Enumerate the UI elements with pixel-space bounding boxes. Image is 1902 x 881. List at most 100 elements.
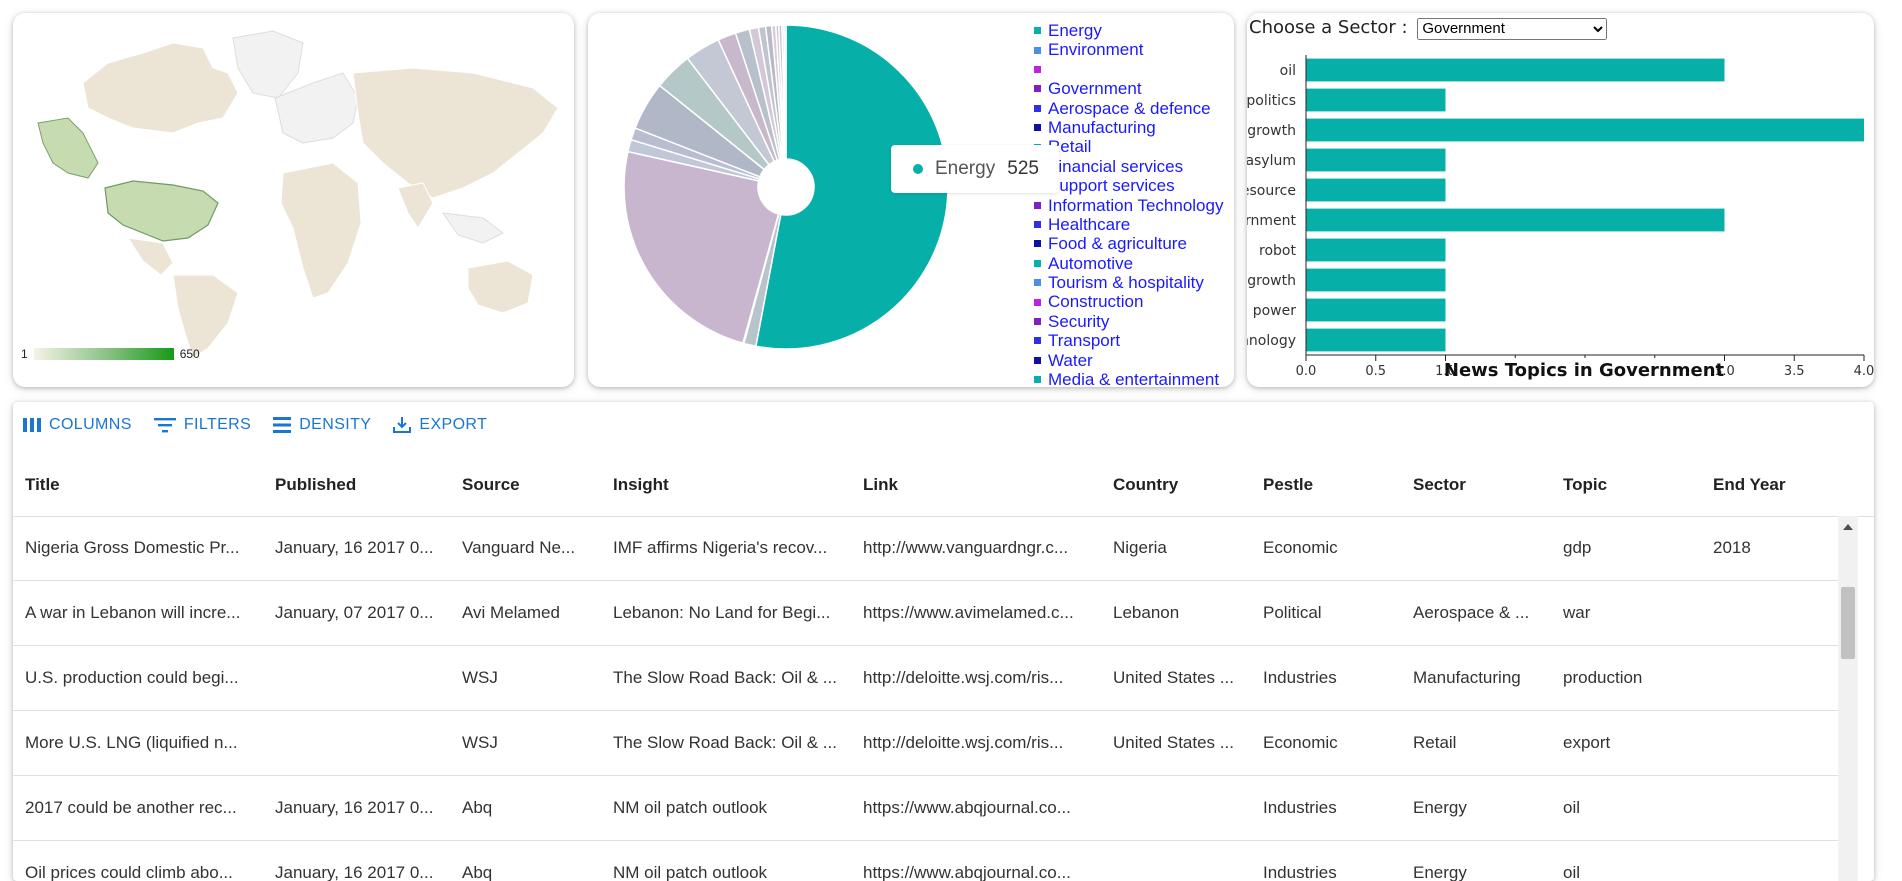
map-region-south-america[interactable] (172, 274, 239, 359)
map-region-greenland[interactable] (232, 30, 304, 99)
table-cell[interactable]: http://www.vanguardngr.c... (863, 516, 1103, 580)
grid-scrollbar[interactable] (1838, 516, 1858, 881)
pie-legend-item[interactable]: Energy (1034, 21, 1223, 40)
pie-legend-item[interactable]: Financial services (1034, 157, 1223, 176)
density-button[interactable]: DENSITY (273, 416, 371, 434)
table-cell[interactable]: 2018 (1713, 516, 1843, 580)
table-cell[interactable]: http://deloitte.wsj.com/ris... (863, 711, 1103, 775)
table-cell[interactable]: Vanguard Ne... (462, 516, 602, 580)
table-cell[interactable]: http://deloitte.wsj.com/ris... (863, 646, 1103, 710)
table-cell[interactable] (1713, 581, 1843, 645)
pie-legend-item[interactable] (1034, 60, 1223, 79)
table-cell[interactable]: NM oil patch outlook (613, 776, 853, 840)
pie-legend-item[interactable]: Environment (1034, 40, 1223, 59)
table-cell[interactable]: production (1563, 646, 1703, 710)
pie-legend-item[interactable]: Food & agriculture (1034, 234, 1223, 253)
pie-legend-item[interactable]: Support services (1034, 176, 1223, 195)
table-cell[interactable]: WSJ (462, 711, 602, 775)
table-cell[interactable] (1713, 776, 1843, 840)
table-cell[interactable]: https://www.abqjournal.co... (863, 776, 1103, 840)
table-cell[interactable]: Nigeria Gross Domestic Pr... (25, 516, 265, 580)
table-row[interactable]: Nigeria Gross Domestic Pr... January, 16 … (13, 516, 1851, 581)
table-cell[interactable]: United States ... (1113, 646, 1253, 710)
map-region-canada[interactable] (82, 42, 239, 134)
table-cell[interactable]: https://www.avimelamed.c... (863, 581, 1103, 645)
table-cell[interactable]: January, 16 2017 0... (275, 841, 455, 881)
table-cell[interactable]: Lebanon: No Land for Begi... (613, 581, 853, 645)
table-cell[interactable] (275, 646, 455, 710)
table-cell[interactable]: Lebanon (1113, 581, 1253, 645)
bar[interactable] (1306, 58, 1725, 82)
column-header[interactable]: Insight (613, 454, 669, 516)
bar[interactable] (1306, 178, 1446, 202)
table-cell[interactable]: Industries (1263, 841, 1403, 881)
table-cell[interactable]: More U.S. LNG (liquified n... (25, 711, 265, 775)
column-header[interactable]: Pestle (1263, 454, 1313, 516)
table-cell[interactable]: Political (1263, 581, 1403, 645)
pie-legend-item[interactable]: Retail (1034, 137, 1223, 156)
table-cell[interactable]: January, 16 2017 0... (275, 776, 455, 840)
table-cell[interactable]: WSJ (462, 646, 602, 710)
table-cell[interactable] (1113, 776, 1253, 840)
column-header[interactable]: Link (863, 454, 898, 516)
table-cell[interactable]: Abq (462, 776, 602, 840)
table-row[interactable]: A war in Lebanon will incre... January, 0… (13, 581, 1851, 646)
pie-legend-item[interactable]: Government (1034, 79, 1223, 98)
table-cell[interactable]: 2017 could be another rec... (25, 776, 265, 840)
map-region-africa[interactable] (280, 162, 362, 299)
table-cell[interactable]: Economic (1263, 711, 1403, 775)
table-row[interactable]: Oil prices could climb abo... January, 16… (13, 841, 1851, 881)
table-cell[interactable]: Avi Melamed (462, 581, 602, 645)
table-cell[interactable]: Retail (1413, 711, 1553, 775)
pie-legend-item[interactable]: Manufacturing (1034, 118, 1223, 137)
table-cell[interactable]: Manufacturing (1413, 646, 1553, 710)
map-region-southeast-asia[interactable] (441, 212, 504, 244)
table-cell[interactable] (1413, 516, 1553, 580)
bar[interactable] (1306, 238, 1446, 262)
table-cell[interactable]: A war in Lebanon will incre... (25, 581, 265, 645)
map-region-mexico[interactable] (126, 237, 174, 276)
pie-legend-item[interactable]: Media & entertainment (1034, 370, 1223, 387)
sector-select[interactable]: Government (1417, 17, 1608, 40)
pie-legend-item[interactable]: Transport (1034, 331, 1223, 350)
pie-legend-item[interactable]: Construction (1034, 292, 1223, 311)
table-cell[interactable]: Oil prices could climb abo... (25, 841, 265, 881)
bar[interactable] (1306, 268, 1446, 292)
column-header[interactable]: Title (25, 454, 60, 516)
table-cell[interactable]: The Slow Road Back: Oil & ... (613, 711, 853, 775)
bar[interactable] (1306, 208, 1725, 232)
table-cell[interactable]: United States ... (1113, 711, 1253, 775)
column-header[interactable]: Published (275, 454, 356, 516)
table-row[interactable]: More U.S. LNG (liquified n... WSJ The Slow… (13, 711, 1851, 776)
table-cell[interactable] (1713, 646, 1843, 710)
bar[interactable] (1306, 148, 1446, 172)
map-region-asia[interactable] (352, 67, 559, 199)
table-cell[interactable]: Industries (1263, 646, 1403, 710)
export-button[interactable]: EXPORT (393, 416, 487, 434)
table-cell[interactable]: Aerospace & ... (1413, 581, 1553, 645)
table-cell[interactable]: export (1563, 711, 1703, 775)
bar[interactable] (1306, 328, 1446, 352)
bar[interactable] (1306, 88, 1446, 112)
column-header[interactable]: Topic (1563, 454, 1607, 516)
pie-legend-item[interactable]: Healthcare (1034, 215, 1223, 234)
table-cell[interactable]: IMF affirms Nigeria's recov... (613, 516, 853, 580)
table-cell[interactable]: January, 07 2017 0... (275, 581, 455, 645)
table-cell[interactable]: https://www.abqjournal.co... (863, 841, 1103, 881)
bar[interactable] (1306, 298, 1446, 322)
table-cell[interactable]: oil (1563, 841, 1703, 881)
table-cell[interactable] (275, 711, 455, 775)
map-region-alaska[interactable] (37, 117, 99, 179)
table-cell[interactable]: Energy (1413, 841, 1553, 881)
table-cell[interactable] (1713, 841, 1843, 881)
table-cell[interactable]: U.S. production could begi... (25, 646, 265, 710)
pie-legend-item[interactable]: Automotive (1034, 254, 1223, 273)
map-region-australia[interactable] (467, 260, 534, 314)
bar[interactable] (1306, 118, 1864, 142)
column-header[interactable]: Sector (1413, 454, 1466, 516)
column-header[interactable]: End Year (1713, 454, 1785, 516)
table-cell[interactable]: January, 16 2017 0... (275, 516, 455, 580)
pie-legend-item[interactable]: Information Technology (1034, 196, 1223, 215)
columns-button[interactable]: COLUMNS (23, 416, 132, 434)
table-row[interactable]: 2017 could be another rec... January, 16 … (13, 776, 1851, 841)
